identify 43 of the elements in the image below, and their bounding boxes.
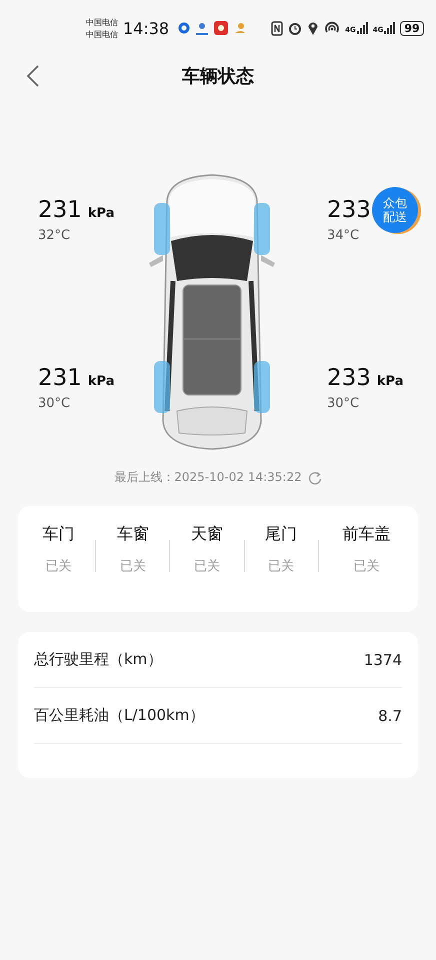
opening-state: 已关: [268, 558, 294, 575]
opening-state: 已关: [353, 558, 380, 575]
opening-label: 尾门: [265, 524, 298, 545]
tire-temperature: 30°C: [327, 396, 360, 411]
pressure-unit: kPa: [88, 206, 115, 221]
signal-icon: [356, 22, 368, 34]
refresh-icon[interactable]: [308, 470, 322, 484]
stat-value: 1374: [364, 650, 402, 668]
opening-state: 已关: [120, 558, 146, 575]
tire-temperature: 34°C: [327, 228, 360, 243]
last-online-time: 最后上线：2025-10-02 14:35:22: [114, 469, 302, 486]
signal-icon: [384, 22, 396, 34]
pressure-value: 233: [327, 196, 371, 224]
opening-label: 天窗: [191, 524, 223, 545]
carrier-name: 中国电信: [86, 16, 118, 28]
pressure-unit: kPa: [376, 374, 404, 389]
floating-badge[interactable]: 众包配送: [372, 187, 418, 233]
tire-temperature: 30°C: [38, 396, 70, 411]
opening-label: 车门: [42, 524, 75, 545]
tire-temperature: 32°C: [38, 228, 70, 243]
app-icon: [214, 21, 228, 35]
app-icon: [195, 21, 210, 35]
clock-time: 14:38: [123, 18, 170, 38]
alarm-icon: [288, 21, 302, 35]
battery-level: 99: [400, 20, 424, 36]
pressure-value: 231: [38, 196, 82, 224]
pressure-value: 231: [38, 364, 82, 392]
pressure-value: 233: [327, 364, 371, 392]
page-title: 车辆状态: [182, 65, 254, 88]
opening-state: 已关: [46, 558, 72, 575]
stat-value: 8.7: [378, 706, 402, 724]
stat-label: 总行驶里程（km）: [34, 650, 162, 669]
location-icon: [307, 21, 320, 35]
ring-icon: [178, 22, 190, 34]
stat-label: 百公里耗油（L/100km）: [34, 706, 204, 725]
nfc-icon: [271, 20, 284, 36]
pressure-unit: kPa: [88, 374, 115, 389]
carrier-name: 中国电信: [86, 28, 118, 40]
opening-label: 车窗: [116, 524, 149, 545]
opening-label: 前车盖: [342, 524, 390, 545]
app-icon: [233, 21, 248, 35]
opening-state: 已关: [194, 558, 220, 575]
hotspot-icon: [324, 21, 340, 35]
